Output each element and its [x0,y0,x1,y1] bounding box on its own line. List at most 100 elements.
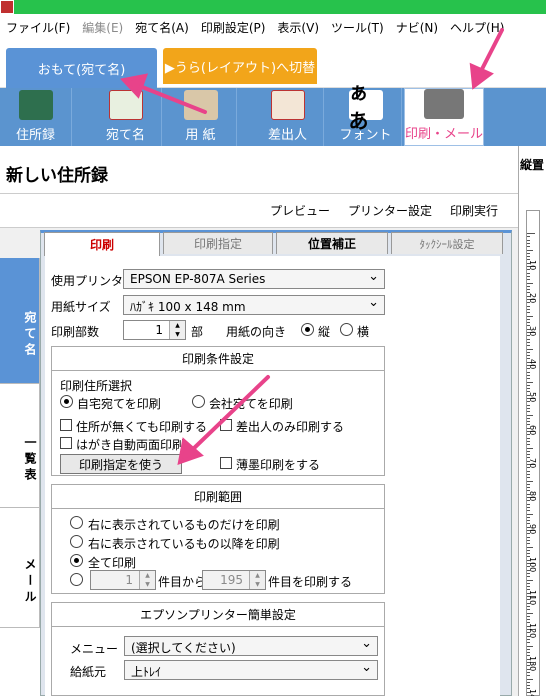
ruler-tick [527,450,530,452]
toolbar-address-book-button[interactable]: 住所録 [0,88,72,146]
tab-print-spec[interactable]: 印刷指定 [163,232,273,254]
ruler-tick [527,513,533,515]
toolbar-label: 印刷・メール [405,127,484,142]
menu-help[interactable]: ヘルプ(H) [444,19,510,36]
mode-tab-area: おもて(宛て名) ▶うら(レイアウト)へ切替 [0,40,546,88]
side-tab-atena[interactable]: 宛て名 [0,258,40,384]
print-conditions-group: 印刷条件設定 印刷住所選択 自宅宛てを印刷 会社宛てを印刷 住所が無くても印刷す… [51,346,385,476]
spin-arrows-icon[interactable]: ▲ ▼ [249,571,265,589]
epson-menu-select[interactable]: (選択してください) [124,636,378,656]
address-book-icon [18,90,53,120]
ruler-tick [527,381,533,383]
ruler-tick [527,473,530,475]
ruler-tick [527,252,530,254]
ruler-tick [527,536,530,538]
ruler-tick [527,546,533,548]
preview-button[interactable]: プレビュー [270,202,330,219]
ruler-tick [527,236,530,238]
ruler-number: 10 [528,260,537,271]
ruler-tick [527,233,535,234]
ruler-number: 60 [528,425,537,436]
tab-position-correction[interactable]: 位置補正 [276,232,388,254]
ruler-tick [527,671,530,673]
ruler-tick [527,279,530,281]
tab-front-atena[interactable]: おもて(宛て名) [6,48,157,88]
side-tab-list[interactable]: 一覧表 [0,384,40,508]
paper-feed-select[interactable]: 上ﾄﾚｲ [124,660,378,680]
printer-select[interactable]: EPSON EP-807A Series [123,269,385,289]
toolbar-label: 用 紙 [185,128,216,143]
copies-stepper[interactable]: 1 ▲ ▼ [123,320,186,340]
side-tab-mail[interactable]: メール [0,508,40,628]
ruler-tick [527,685,530,687]
ruler-number: 50 [528,392,537,403]
ruler-tick [527,645,533,647]
ruler-tick [527,549,530,551]
light-ink-checkbox[interactable] [220,457,232,469]
ruler-tick [527,249,533,251]
paper-feed-label: 給紙元 [70,665,107,679]
ruler-tick [527,506,530,508]
menu-bar: ファイル(F) 編集(E) 宛て名(A) 印刷設定(P) 表示(V) ツール(T… [0,14,546,40]
range-only-shown-radio[interactable] [70,516,83,529]
menu-tools[interactable]: ツール(T) [325,19,390,36]
sender-icon [270,90,305,120]
printer-mail-icon [424,89,464,119]
ruler-tick [527,351,530,353]
auto-duplex-checkbox[interactable] [60,437,72,449]
ruler-tick [527,615,530,617]
spin-arrows-icon[interactable]: ▲ ▼ [169,321,185,339]
ruler-tick [527,384,530,386]
ruler-tick [527,338,530,340]
toolbar-font-button[interactable]: ぁあ フォント [330,80,402,146]
menu-navi[interactable]: ナビ(N) [390,19,444,36]
ruler-tick [527,308,530,310]
ruler-tick [527,579,533,581]
spin-arrows-icon[interactable]: ▲ ▼ [139,571,155,589]
use-print-spec-button[interactable]: 印刷指定を使う [60,454,182,474]
ruler-number: 130 [528,656,537,672]
ruler-tick [527,318,530,320]
ruler-number: 70 [528,458,537,469]
range-to-stepper[interactable]: 195 ▲ ▼ [202,570,266,590]
menu-atena[interactable]: 宛て名(A) [129,19,195,36]
printer-settings-button[interactable]: プリンター設定 [348,202,432,219]
menu-file[interactable]: ファイル(F) [0,19,76,36]
orientation-landscape-label: 横 [357,325,370,339]
ruler-tick [527,642,530,644]
paper-size-select[interactable]: ﾊｶﾞｷ 100 x 148 mm [123,295,385,315]
ruler-tick [527,312,530,314]
ruler-number: 140 [528,689,537,696]
ruler-tick [527,239,530,241]
range-from-suffix: 件目から [158,575,207,589]
app-icon [0,0,14,14]
print-conditions-title: 印刷条件設定 [52,347,384,371]
company-address-radio[interactable] [192,395,205,408]
ruler-tick [527,414,533,416]
menu-print-settings[interactable]: 印刷設定(P) [195,19,272,36]
range-custom-radio[interactable] [70,573,83,586]
orientation-portrait-radio[interactable] [301,323,314,336]
copies-value: 1 [155,323,163,337]
tab-tack-seal[interactable]: ﾀｯｸｼｰﾙ設定 [391,232,503,254]
menu-edit[interactable]: 編集(E) [76,19,129,36]
sender-only-checkbox[interactable] [220,419,232,431]
ruler-tick [527,246,530,248]
action-bar: プレビュー プリンター設定 印刷実行 [0,194,518,228]
range-after-shown-radio[interactable] [70,535,83,548]
menu-view[interactable]: 表示(V) [271,19,325,36]
toolbar-print-mail-button[interactable]: 印刷・メール [404,88,484,146]
toolbar-atena-button[interactable]: 宛て名 [90,88,162,146]
tab-back-layout[interactable]: ▶うら(レイアウト)へ切替 [163,48,317,84]
auto-duplex-label: はがき自動両面印刷 [76,438,185,452]
orientation-label: 用紙の向き [226,325,287,339]
print-without-address-checkbox[interactable] [60,419,72,431]
toolbar-paper-button[interactable]: 用 紙 [165,88,237,146]
range-from-stepper[interactable]: 1 ▲ ▼ [90,570,156,590]
range-all-radio[interactable] [70,554,83,567]
home-address-radio[interactable] [60,395,73,408]
toolbar-sender-button[interactable]: 差出人 [252,88,324,146]
tab-print[interactable]: 印刷 [44,232,160,256]
orientation-landscape-radio[interactable] [340,323,353,336]
print-execute-button[interactable]: 印刷実行 [450,202,498,219]
